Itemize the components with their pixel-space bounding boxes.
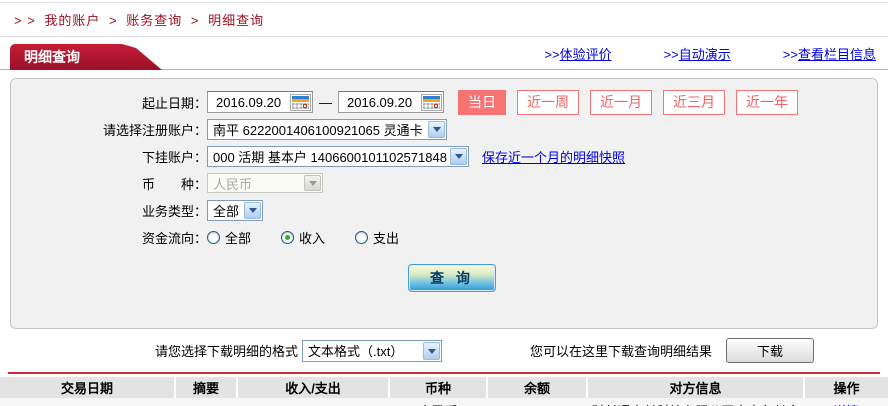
table-top-divider bbox=[8, 372, 880, 374]
quick-today-button[interactable]: 当日 bbox=[458, 89, 506, 115]
col-header-balance: 余额 bbox=[487, 377, 588, 398]
cell-amount: +185.00 bbox=[237, 398, 389, 406]
breadcrumb-separator: > bbox=[109, 13, 118, 28]
table-header-row: 交易日期 摘要 收入/支出 币种 余额 对方信息 操作 bbox=[0, 377, 888, 398]
download-format-select[interactable]: 文本格式（.txt） bbox=[302, 339, 443, 362]
date-range-separator: — bbox=[319, 94, 332, 110]
query-button[interactable]: 查 询 bbox=[408, 264, 496, 292]
download-hint: 您可以在这里下载查询明细结果 bbox=[530, 344, 713, 359]
quick-last-month-button[interactable]: 近一月 bbox=[590, 89, 652, 115]
query-form-panel: 起止日期： 2016.09.20 — 2016.09.20 当日 近一周 近一月… bbox=[10, 78, 878, 329]
breadcrumb-item-account-query[interactable]: 账务查询 bbox=[126, 13, 182, 28]
currency-row: 币 种： 人民币 bbox=[11, 172, 877, 194]
experience-review-link[interactable]: >>体验评价 bbox=[544, 44, 611, 63]
date-to-value: 2016.09.20 bbox=[347, 94, 413, 110]
sub-account-label: 下挂账户： bbox=[141, 149, 207, 165]
radio-unchecked-icon[interactable] bbox=[207, 230, 220, 244]
cell-date: 2016-09-20 bbox=[0, 398, 175, 406]
breadcrumb-separator: > bbox=[190, 13, 200, 28]
currency-label: 币 种： bbox=[141, 176, 207, 192]
download-row: 请您选择下载明细的格式 文本格式（.txt） 您可以在这里下载查询明细结果 下载 bbox=[0, 338, 888, 363]
calendar-icon[interactable] bbox=[421, 93, 442, 111]
radio-unchecked-icon[interactable] bbox=[355, 230, 369, 244]
tab-bar: 明细查询 >>体验评价 >>自动演示 >>查看栏目信息 bbox=[0, 40, 888, 70]
fund-flow-label: 资金流向： bbox=[141, 230, 207, 246]
quick-range-buttons: 当日 近一周 近一月 近三月 近一年 bbox=[458, 89, 798, 115]
chevron-down-icon bbox=[450, 147, 467, 165]
breadcrumb: > > 我的账户 > 账务查询 > 明细查询 bbox=[0, 3, 888, 37]
col-header-amount: 收入/支出 bbox=[237, 377, 390, 398]
col-header-currency: 币种 bbox=[389, 377, 488, 398]
business-type-value: 全部 bbox=[213, 203, 240, 219]
cell-balance: 991.35 bbox=[487, 398, 587, 406]
quick-last-week-button[interactable]: 近一周 bbox=[517, 89, 579, 115]
column-info-link[interactable]: >>查看栏目信息 bbox=[783, 44, 876, 63]
breadcrumb-item-my-account[interactable]: 我的账户 bbox=[44, 13, 100, 28]
download-format-label: 请您选择下载明细的格式 bbox=[155, 344, 299, 359]
chevron-down-icon bbox=[423, 341, 441, 360]
col-header-summary: 摘要 bbox=[175, 377, 238, 398]
sub-account-select[interactable]: 000 活期 基本户 1406600101102571848 bbox=[207, 145, 469, 167]
cell-action: 详情 bbox=[804, 398, 888, 406]
date-to-input[interactable]: 2016.09.20 bbox=[338, 91, 444, 113]
col-header-counterparty: 对方信息 bbox=[587, 377, 805, 398]
auto-demo-link[interactable]: >>自动演示 bbox=[664, 44, 731, 63]
business-type-label: 业务类型： bbox=[141, 203, 207, 219]
currency-value: 人民币 bbox=[213, 176, 253, 192]
breadcrumb-item-detail-query[interactable]: 明细查询 bbox=[208, 13, 264, 28]
chevron-down-icon bbox=[428, 120, 445, 138]
date-from-value: 2016.09.20 bbox=[216, 94, 282, 110]
query-button-row: 查 询 bbox=[11, 264, 877, 292]
sub-account-row: 下挂账户： 000 活期 基本户 1406600101102571848 保存近… bbox=[11, 145, 877, 167]
table-row: 2016-09-20 CFT +185.00 人民币 991.35 财付通支付科… bbox=[0, 398, 888, 406]
fund-flow-options: 全部 收入 支出 bbox=[207, 228, 399, 247]
business-type-select[interactable]: 全部 bbox=[207, 199, 263, 221]
cell-summary: CFT bbox=[175, 398, 237, 406]
flow-option-all-label: 全部 bbox=[225, 230, 252, 246]
col-header-action: 操作 bbox=[804, 377, 888, 398]
register-account-label: 请选择注册账户： bbox=[102, 122, 207, 138]
tab-detail-query[interactable]: 明细查询 bbox=[10, 44, 162, 70]
breadcrumb-prefix: > > bbox=[14, 13, 36, 28]
chevron-down-icon bbox=[304, 175, 321, 191]
col-header-date: 交易日期 bbox=[0, 377, 176, 398]
result-table: 交易日期 摘要 收入/支出 币种 余额 对方信息 操作 2016-09-20 C… bbox=[0, 377, 888, 406]
calendar-icon[interactable] bbox=[290, 93, 311, 111]
register-account-select[interactable]: 南平 6222001406100921065 灵通卡 bbox=[207, 118, 447, 140]
register-account-row: 请选择注册账户： 南平 6222001406100921065 灵通卡 bbox=[11, 118, 877, 140]
date-range-label: 起止日期： bbox=[141, 95, 207, 111]
date-range-row: 起止日期： 2016.09.20 — 2016.09.20 当日 近一周 近一月… bbox=[11, 89, 877, 115]
snapshot-link[interactable]: 保存近一个月的明细快照 bbox=[482, 147, 625, 166]
flow-option-expense-label: 支出 bbox=[373, 230, 400, 246]
download-button[interactable]: 下载 bbox=[726, 338, 815, 363]
sub-account-value: 000 活期 基本户 1406600101102571848 bbox=[213, 149, 447, 165]
currency-select: 人民币 bbox=[207, 173, 323, 193]
download-format-value: 文本格式（.txt） bbox=[308, 344, 404, 359]
flow-option-income-label: 收入 bbox=[299, 230, 326, 246]
chevron-down-icon bbox=[244, 201, 261, 219]
cell-counterparty: 财付通支付科技有限公司客户备付金 bbox=[587, 398, 804, 406]
header-links: >>体验评价 >>自动演示 >>查看栏目信息 bbox=[544, 44, 876, 63]
date-from-input[interactable]: 2016.09.20 bbox=[207, 91, 313, 113]
quick-last-3-months-button[interactable]: 近三月 bbox=[663, 89, 725, 115]
flow-option-income[interactable]: 收入 bbox=[281, 228, 325, 247]
quick-last-year-button[interactable]: 近一年 bbox=[736, 89, 798, 115]
radio-checked-icon[interactable] bbox=[281, 230, 295, 244]
flow-option-expense[interactable]: 支出 bbox=[355, 228, 399, 247]
flow-option-all[interactable]: 全部 bbox=[207, 228, 251, 247]
cell-currency: 人民币 bbox=[389, 398, 487, 406]
register-account-value: 南平 6222001406100921065 灵通卡 bbox=[213, 122, 423, 138]
business-type-row: 业务类型： 全部 bbox=[11, 199, 877, 221]
fund-flow-row: 资金流向： 全部 收入 支出 bbox=[11, 226, 877, 248]
